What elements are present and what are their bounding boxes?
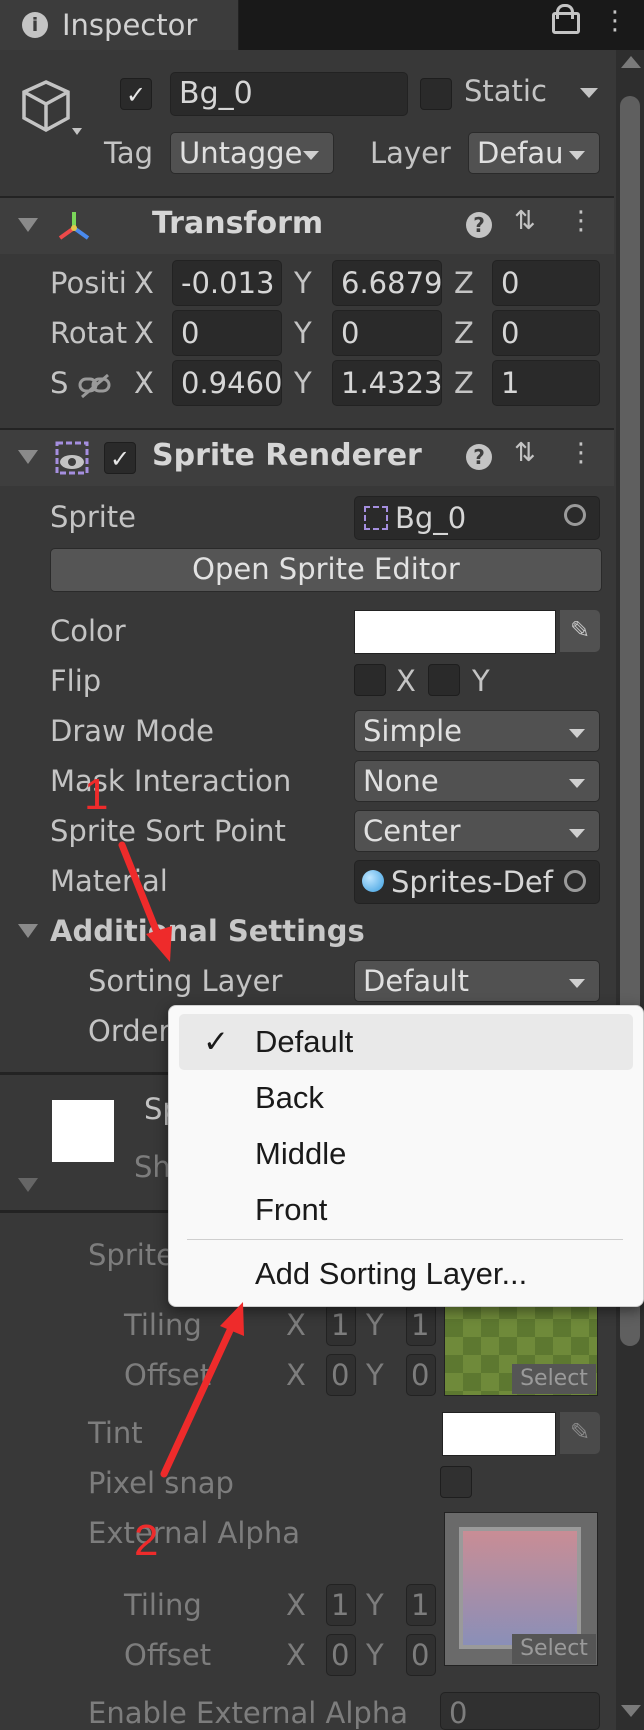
annotation-arrows [118,841,244,1478]
annotation-arrowhead-1 [146,926,172,962]
annotation-arrowhead-2 [220,1302,244,1336]
annotation-arrow-1 [118,841,164,944]
annotation-arrow-2 [160,1322,236,1478]
